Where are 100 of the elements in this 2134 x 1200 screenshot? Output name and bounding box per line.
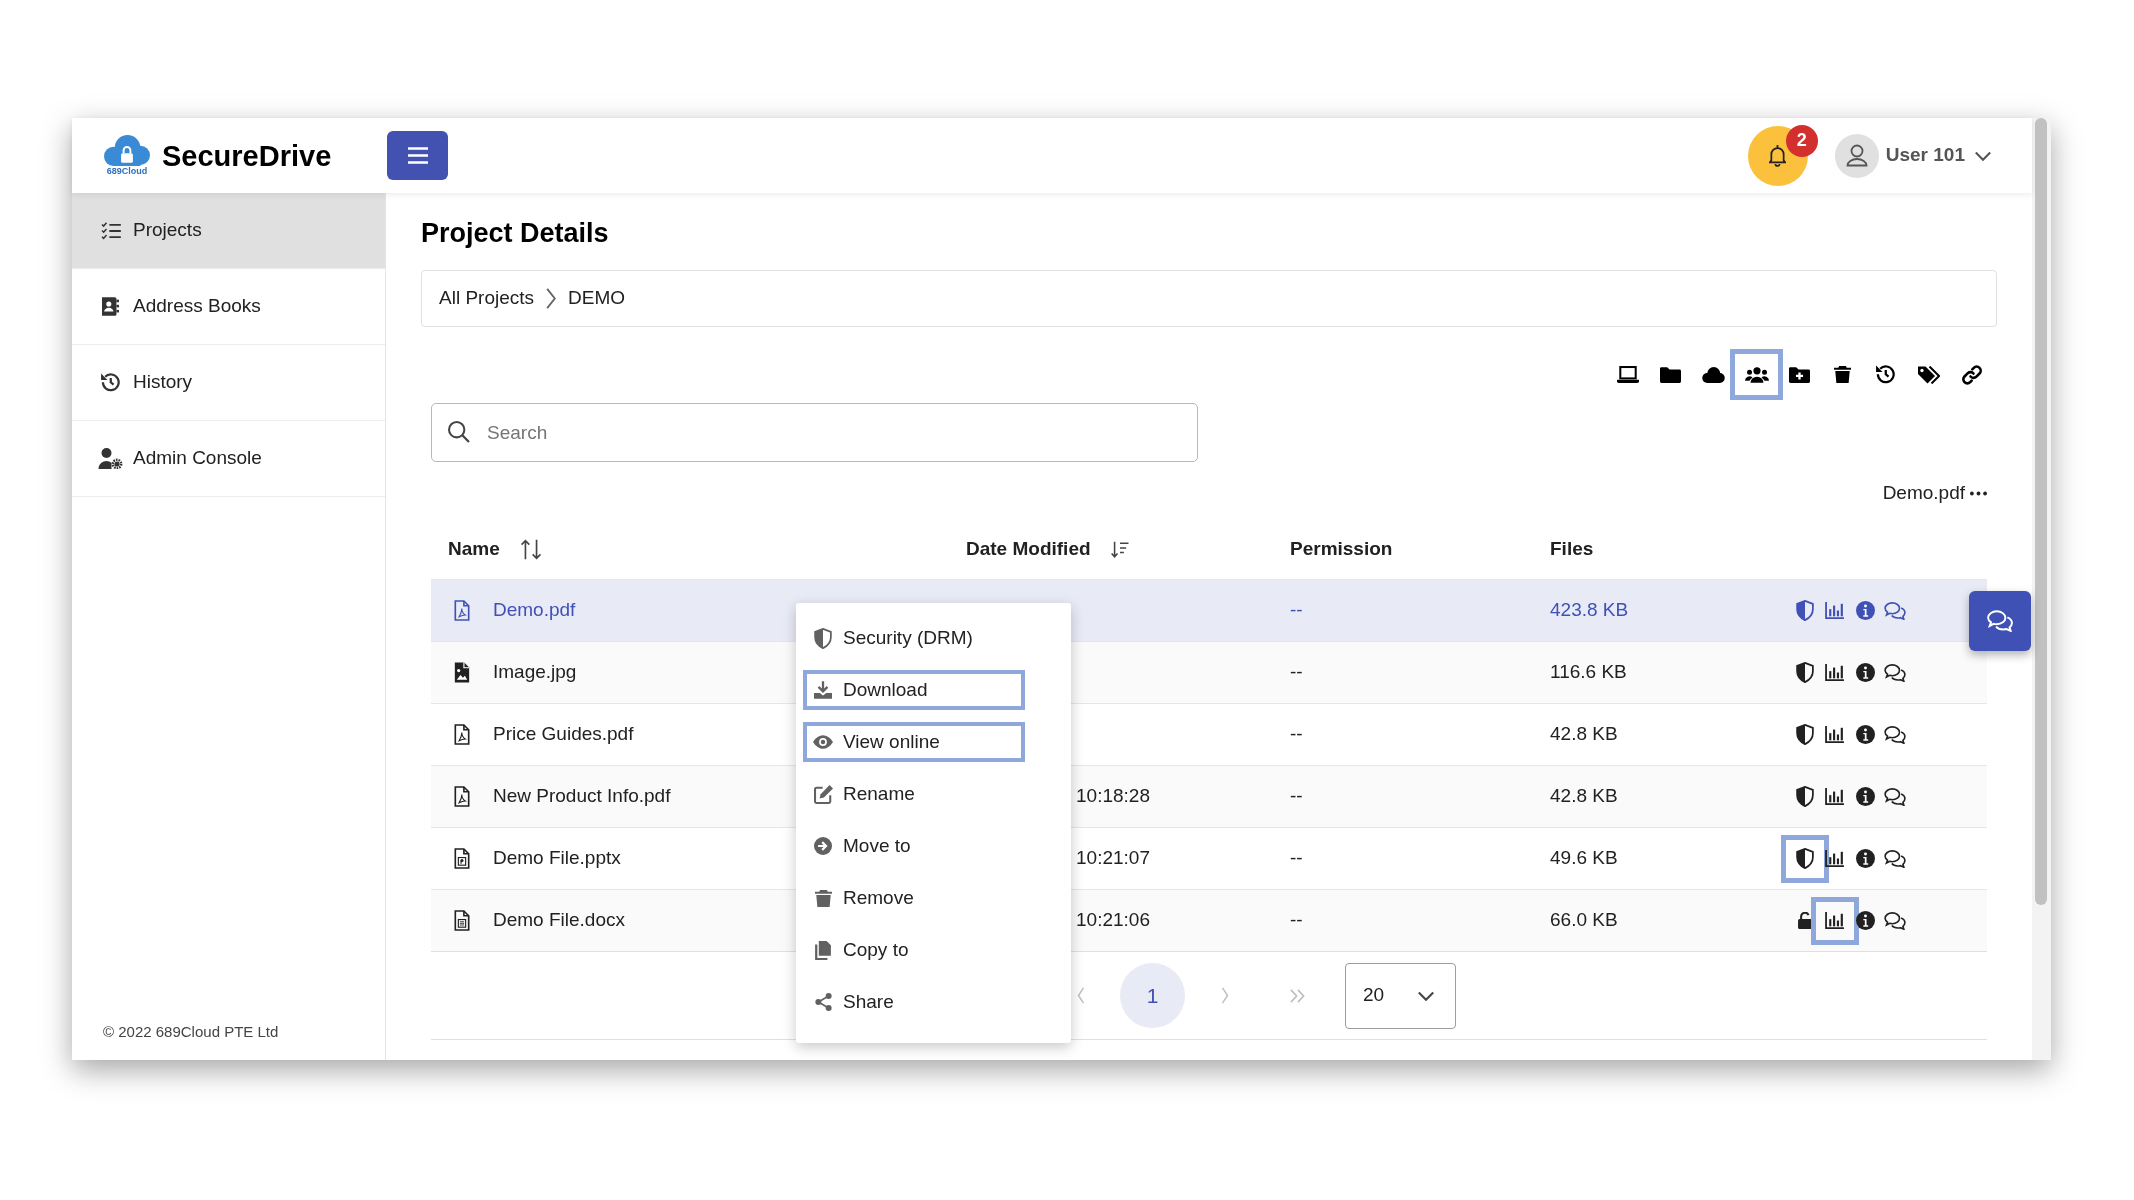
cloud-lock-logo-icon <box>104 135 150 166</box>
bar-chart-icon <box>1825 602 1845 619</box>
document-file-icon <box>454 910 470 931</box>
page-size-select[interactable]: 20 <box>1345 962 1456 1029</box>
search-field[interactable]: Search <box>431 403 1198 462</box>
laptop-icon <box>1616 366 1639 383</box>
chevron-right-icon <box>546 288 557 309</box>
info-icon <box>1855 911 1875 930</box>
file-name: New Product Info.pdf <box>493 784 671 809</box>
address-book-icon <box>102 297 119 316</box>
app-name: SecureDrive <box>162 138 332 173</box>
checklist-icon <box>100 221 121 240</box>
link-icon <box>1961 364 1982 385</box>
folder-plus-icon <box>1789 366 1810 383</box>
shield-icon <box>1796 600 1814 621</box>
user-gear-icon <box>98 448 123 469</box>
scrollbar-thumb[interactable] <box>2035 118 2047 905</box>
trash-icon <box>814 888 832 908</box>
shield-icon <box>1796 848 1814 869</box>
user-menu-button[interactable]: User 101 <box>1834 133 1991 178</box>
eye-icon <box>813 735 833 749</box>
modified-time: 10:21:07 <box>1076 847 1150 869</box>
breadcrumb-link[interactable]: All Projects <box>439 284 535 313</box>
row-action-button[interactable] <box>1781 834 1829 883</box>
chat-button[interactable] <box>1969 591 2031 651</box>
permission-value: -- <box>1290 723 1303 745</box>
page-button[interactable]: 1 <box>1120 963 1185 1028</box>
permission-value: -- <box>1290 909 1303 931</box>
pdf-file-icon <box>454 786 470 807</box>
pdf-file-icon <box>454 600 470 621</box>
column-header: Permission <box>1290 536 1393 561</box>
permission-value: -- <box>1290 599 1303 621</box>
menu-icon <box>407 147 428 164</box>
file-size: 116.6 KB <box>1550 661 1627 683</box>
copyright: © 2022 689Cloud PTE Ltd <box>102 1021 280 1042</box>
trash-icon <box>1834 365 1851 384</box>
share-icon <box>814 993 832 1011</box>
file-size: 42.8 KB <box>1550 785 1618 807</box>
file-name: Demo File.docx <box>493 908 625 933</box>
file-size: 42.8 KB <box>1550 723 1618 745</box>
more-options-icon[interactable] <box>1970 490 1987 496</box>
menu-item[interactable]: Rename <box>803 774 1025 814</box>
info-icon <box>1855 787 1875 806</box>
bar-chart-icon <box>1825 664 1845 681</box>
comments-icon <box>1884 663 1906 682</box>
page-title: Project Details <box>421 217 610 250</box>
lock-icon <box>1798 912 1812 929</box>
file-name: Price Guides.pdf <box>493 722 634 747</box>
pdf-file-icon <box>454 724 470 745</box>
selected-file-name: Demo.pdf <box>1882 481 1965 505</box>
file-size: 49.6 KB <box>1550 847 1618 869</box>
shield-icon <box>1796 786 1814 807</box>
comments-icon <box>1987 610 2013 632</box>
sort-icon[interactable] <box>520 538 541 560</box>
history-icon <box>1875 365 1896 384</box>
bar-chart-icon <box>1825 912 1845 929</box>
menu-item[interactable]: Move to <box>803 826 1025 866</box>
logo-text: 689Cloud <box>106 166 148 176</box>
bell-icon <box>1769 144 1787 167</box>
info-icon <box>1855 725 1875 744</box>
shield-icon <box>814 627 832 649</box>
bar-chart-icon <box>1825 850 1845 867</box>
bar-chart-icon <box>1825 788 1845 805</box>
modified-time: 10:21:06 <box>1076 909 1150 931</box>
column-header: Files <box>1550 536 1594 561</box>
menu-item[interactable]: View online <box>803 722 1025 762</box>
presentation-file-icon <box>454 848 470 869</box>
chevron-down-icon <box>1975 150 1991 161</box>
notification-badge: 2 <box>1785 124 1818 157</box>
column-header: Date Modified <box>966 536 1091 561</box>
copy-icon <box>815 940 831 960</box>
shield-icon <box>1796 662 1814 683</box>
comments-icon <box>1884 849 1906 868</box>
file-size: 423.8 KB <box>1550 599 1629 621</box>
search-icon <box>448 421 470 443</box>
sort-descending-icon[interactable] <box>1110 540 1129 558</box>
chevron-right-icon <box>1221 987 1229 1004</box>
breadcrumb-current: DEMO <box>568 286 626 311</box>
info-icon <box>1855 663 1875 682</box>
info-icon <box>1855 849 1875 868</box>
sidebar-item[interactable]: Projects <box>72 193 385 269</box>
row-action-button[interactable] <box>1811 896 1859 945</box>
permission-value: -- <box>1290 785 1303 807</box>
file-name: Demo File.pptx <box>493 846 621 871</box>
file-name: Demo.pdf <box>493 598 576 623</box>
comments-icon <box>1884 787 1906 806</box>
bar-chart-icon <box>1825 726 1845 743</box>
chevron-down-icon <box>1418 990 1434 1001</box>
users-icon <box>1744 366 1769 383</box>
shield-icon <box>1796 724 1814 745</box>
modified-time: 10:18:28 <box>1076 785 1150 807</box>
permission-value: -- <box>1290 661 1303 683</box>
menu-button[interactable] <box>387 131 448 180</box>
comments-icon <box>1884 911 1906 930</box>
toolbar-button[interactable] <box>1730 349 1783 400</box>
history-icon <box>100 373 121 392</box>
column-header: Name <box>448 536 500 561</box>
avatar-icon <box>1834 133 1879 178</box>
menu-item[interactable]: Share <box>803 982 1025 1022</box>
comments-icon <box>1884 725 1906 744</box>
